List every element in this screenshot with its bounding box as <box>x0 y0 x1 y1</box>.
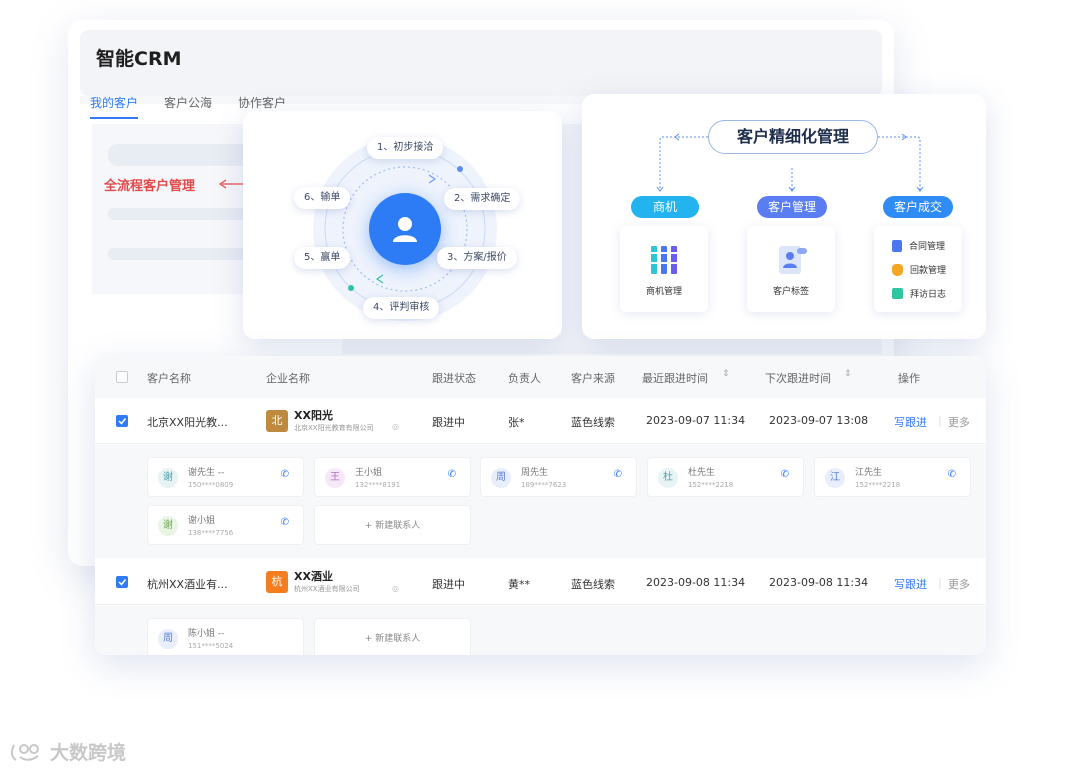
tab-public-pool[interactable]: 客户公海 <box>164 94 212 119</box>
sales-cycle-card: 1、初步接洽 2、需求确定 3、方案/报价 4、评判审核 5、赢单 6、输单 <box>243 111 562 339</box>
management-title: 客户精细化管理 <box>708 120 878 154</box>
phone-icon[interactable]: ✆ <box>448 469 456 480</box>
log-icon <box>892 288 903 299</box>
customer-management-card: 客户精细化管理 商机 客户管理 客户成交 商机管理 客户标签 合同管理 回款管理 <box>582 94 986 339</box>
contact-card[interactable]: 谢 谢先生 -- 150****0809 ✆ <box>147 457 304 497</box>
phone-icon[interactable]: ✆ <box>281 469 289 480</box>
check-icon <box>118 579 127 586</box>
more-link[interactable]: 更多 <box>948 576 970 592</box>
last-follow-time: 2023-09-08 11:34 <box>646 576 746 589</box>
brand-logo-icon <box>10 743 39 761</box>
table-row[interactable]: 杭州XX酒业有... 杭 XX酒业 杭州XX酒业有限公司 ◎ 跟进中 黄** 蓝… <box>95 559 986 605</box>
contact-avatar: 杜 <box>658 468 678 488</box>
money-bag-icon <box>892 263 903 276</box>
add-contact-button[interactable]: + 新建联系人 <box>314 505 471 545</box>
opportunity-management-box[interactable]: 商机管理 <box>620 226 708 312</box>
phone-icon[interactable]: ✆ <box>281 517 289 528</box>
select-all-checkbox[interactable] <box>116 371 128 383</box>
contact-avatar: 周 <box>158 629 178 649</box>
cycle-step: 6、输单 <box>294 187 351 209</box>
contact-card[interactable]: 周 陈小姐 -- 151****5024 <box>147 618 304 655</box>
more-link[interactable]: 更多 <box>948 414 970 430</box>
category-opportunity[interactable]: 商机 <box>631 196 699 218</box>
watermark-text: 大数跨境 <box>50 742 127 764</box>
contact-card[interactable]: 杜 杜先生 152****2218 ✆ <box>647 457 804 497</box>
cycle-step: 2、需求确定 <box>444 188 521 210</box>
contact-avatar: 江 <box>825 468 845 488</box>
contact-card[interactable]: 王 王小姐 132****8191 ✆ <box>314 457 471 497</box>
document-icon <box>892 239 902 252</box>
source: 蓝色线索 <box>571 578 615 591</box>
window-header <box>80 30 882 96</box>
contract-management-item[interactable]: 合同管理 <box>892 239 945 252</box>
customer-table: 客户名称 企业名称 跟进状态 负责人 客户来源 最近跟进时间 ⇕ 下次跟进时间 … <box>95 356 986 655</box>
customer-name[interactable]: 杭州XX酒业有... <box>147 576 228 592</box>
follow-status: 跟进中 <box>432 578 465 591</box>
customer-avatar-icon <box>369 193 441 265</box>
sort-icon[interactable]: ⇕ <box>844 369 852 379</box>
check-icon <box>118 418 127 425</box>
table-row[interactable]: 北京XX阳光教... 北 XX阳光 北京XX阳光教育有限公司 ◎ 跟进中 张* … <box>95 398 986 444</box>
cycle-step: 5、赢单 <box>294 247 351 269</box>
follow-status: 跟进中 <box>432 416 465 429</box>
contact-card[interactable]: 谢 谢小姐 138****7756 ✆ <box>147 505 304 545</box>
owner: 黄** <box>508 578 530 591</box>
cycle-step: 1、初步接洽 <box>367 137 444 159</box>
company-full-name: 杭州XX酒业有限公司 <box>294 585 360 593</box>
header-owner: 负责人 <box>508 372 541 385</box>
next-follow-time: 2023-09-08 11:34 <box>769 576 869 589</box>
phone-icon[interactable]: ✆ <box>948 469 956 480</box>
header-source: 客户来源 <box>571 372 615 385</box>
company-name[interactable]: XX阳光 <box>294 407 333 423</box>
tab-my-customers[interactable]: 我的客户 <box>90 94 139 119</box>
last-follow-time: 2023-09-07 11:34 <box>646 414 746 427</box>
flow-label: 全流程客户管理 <box>104 179 196 194</box>
contact-card[interactable]: 江 江先生 152****2218 ✆ <box>814 457 971 497</box>
deal-tools-box: 合同管理 回款管理 拜访日志 <box>874 226 962 312</box>
category-customer-management[interactable]: 客户管理 <box>757 196 827 218</box>
category-deal[interactable]: 客户成交 <box>883 196 953 218</box>
write-follow-up-link[interactable]: 写跟进 <box>894 576 927 592</box>
header-actions: 操作 <box>898 372 920 385</box>
customer-name[interactable]: 北京XX阳光教... <box>147 414 228 430</box>
sort-icon[interactable]: ⇕ <box>722 369 730 379</box>
write-follow-up-link[interactable]: 写跟进 <box>894 414 927 430</box>
owner: 张* <box>508 416 525 429</box>
verified-icon: ◎ <box>392 422 399 431</box>
company-full-name: 北京XX阳光教育有限公司 <box>294 424 374 432</box>
row-checkbox[interactable] <box>116 576 128 588</box>
bar-chart-icon <box>651 246 677 274</box>
contact-avatar: 谢 <box>158 468 178 488</box>
company-name[interactable]: XX酒业 <box>294 568 333 584</box>
add-contact-button[interactable]: + 新建联系人 <box>314 618 471 655</box>
payment-management-item[interactable]: 回款管理 <box>892 263 946 276</box>
company-logo: 北 <box>266 410 288 432</box>
contacts-panel: 周 陈小姐 -- 151****5024 + 新建联系人 <box>95 606 986 655</box>
header-customer-name: 客户名称 <box>147 372 191 385</box>
phone-icon[interactable]: ✆ <box>781 469 789 480</box>
contact-avatar: 周 <box>491 468 511 488</box>
header-follow-status: 跟进状态 <box>432 372 476 385</box>
visit-log-item[interactable]: 拜访日志 <box>892 287 946 300</box>
verified-icon: ◎ <box>392 584 399 593</box>
customer-tags-box[interactable]: 客户标签 <box>747 226 835 312</box>
watermark: 大数跨境 <box>10 738 126 765</box>
row-checkbox[interactable] <box>116 415 128 427</box>
contacts-panel: 谢 谢先生 -- 150****0809 ✆ 王 王小姐 132****8191… <box>95 445 986 558</box>
customer-tag-icon <box>779 246 807 274</box>
contact-card[interactable]: 周 周先生 189****7623 ✆ <box>480 457 637 497</box>
cycle-step: 3、方案/报价 <box>437 247 517 269</box>
phone-icon[interactable]: ✆ <box>614 469 622 480</box>
company-logo: 杭 <box>266 571 288 593</box>
contact-avatar: 王 <box>325 468 345 488</box>
table-header: 客户名称 企业名称 跟进状态 负责人 客户来源 最近跟进时间 ⇕ 下次跟进时间 … <box>95 356 986 398</box>
next-follow-time: 2023-09-07 13:08 <box>769 414 869 427</box>
header-last-follow[interactable]: 最近跟进时间 <box>642 370 708 386</box>
app-title: 智能CRM <box>96 48 182 70</box>
header-next-follow[interactable]: 下次跟进时间 <box>765 370 831 386</box>
source: 蓝色线索 <box>571 416 615 429</box>
cycle-step: 4、评判审核 <box>363 297 440 319</box>
header-company-name: 企业名称 <box>266 372 310 385</box>
contact-avatar: 谢 <box>158 516 178 536</box>
